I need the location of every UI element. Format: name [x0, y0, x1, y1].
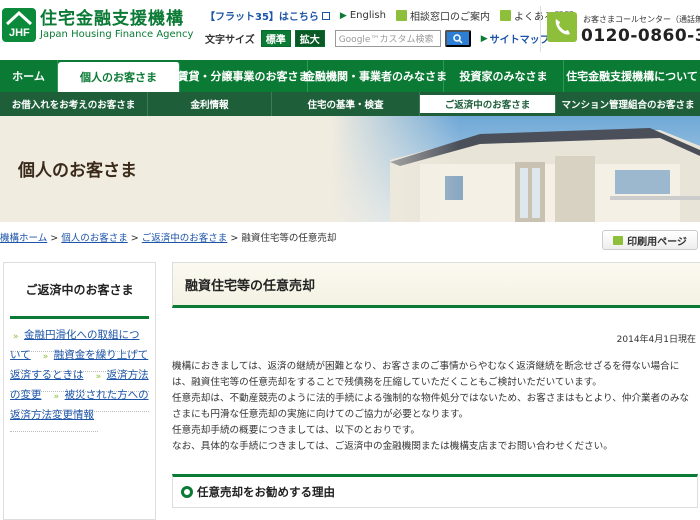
nav-investors[interactable]: 投資家のみなさま	[444, 60, 564, 92]
search-icon	[452, 33, 463, 44]
section-heading: 任意売却をお勧めする理由	[172, 474, 698, 508]
paragraph: 任意売却は、不動産競売のように法的手続による強制的な物件処分ではないため、お客さ…	[172, 393, 690, 420]
paragraph: 任意売却手続の概要につきましては、以下のとおりです。	[172, 425, 420, 436]
logo-mark-icon: JHF	[2, 8, 36, 42]
arrow-right-icon: ▶	[339, 10, 347, 21]
font-size-large-button[interactable]: 拡大	[294, 30, 325, 47]
nav-financial-institutions[interactable]: 金融機関・事業者のみなさま	[304, 60, 447, 92]
callcenter-number: 0120-0860-35	[581, 26, 700, 46]
site-logo[interactable]: JHF 住宅金融支援機構 Japan Housing Finance Agenc…	[2, 8, 193, 42]
faq-icon	[499, 10, 511, 21]
page-title: 融資住宅等の任意売却	[172, 262, 700, 308]
subnav-borrowing[interactable]: お借入れをお考えのお客さま	[0, 92, 148, 116]
site-header: JHF 住宅金融支援機構 Japan Housing Finance Agenc…	[0, 0, 700, 58]
sidebar: ご返済中のお客さま 金融円滑化への取組について 融資金を繰り上げて返済するときは…	[3, 262, 156, 520]
consultation-icon	[395, 10, 407, 21]
logo-text-jp: 住宅金融支援機構	[40, 9, 184, 29]
english-link[interactable]: ▶ English	[340, 10, 386, 21]
breadcrumb-separator: >	[230, 233, 239, 244]
breadcrumb-individual[interactable]: 個人のお客さま	[61, 233, 128, 244]
phone-icon	[547, 12, 577, 42]
sidebar-list: 金融円滑化への取組について 融資金を繰り上げて返済するときは 返済方法の変更 被…	[10, 319, 149, 432]
logo-text-en: Japan Housing Finance Agency	[40, 29, 194, 40]
search-input[interactable]: Google™カスタム検索	[334, 30, 441, 47]
intro-text: 機構におきましては、返済の継続が困難となり、お客さまのご事情からやむなく返済継続…	[172, 359, 696, 455]
callcenter-label: お客さまコールセンター（通話無料）	[583, 15, 700, 24]
print-page-button[interactable]: 印刷用ページ	[602, 230, 698, 250]
nav-rental-sales[interactable]: 賃貸・分譲事業のお客さま	[178, 60, 310, 92]
font-size-label: 文字サイズ	[205, 35, 255, 46]
arrow-right-icon: ▶	[480, 33, 488, 44]
subnav-interest-rates[interactable]: 金利情報	[148, 92, 272, 116]
nav-home[interactable]: ホーム	[0, 60, 58, 92]
nav-individual[interactable]: 個人のお客さま	[58, 62, 180, 92]
breadcrumb-home[interactable]: 機構ホーム	[0, 233, 47, 244]
breadcrumb-separator: >	[130, 233, 139, 244]
paragraph: 機構におきましては、返済の継続が困難となり、お客さまのご事情からやむなく返済継続…	[172, 361, 680, 388]
as-of-date: 2014年4月1日現在	[616, 335, 696, 345]
subnav-repaying[interactable]: ご返済中のお客さま	[420, 95, 556, 113]
sub-nav: お借入れをお考えのお客さま 金利情報 住宅の基準・検査 ご返済中のお客さま マン…	[0, 92, 700, 116]
header-utility-links: 【フラット35】はこちら ▶ English 相談窓口のご案内 よくある質問	[205, 8, 574, 23]
callcenter-box: お客さまコールセンター（通話無料） 0120-0860-35	[540, 6, 700, 52]
flat35-link[interactable]: 【フラット35】はこちら	[205, 8, 330, 23]
subnav-housing-standards[interactable]: 住宅の基準・検査	[272, 92, 420, 116]
main-content: 融資住宅等の任意売却 2014年4月1日現在 機構におきましては、返済の継続が困…	[172, 262, 700, 508]
breadcrumb-current: 融資住宅等の任意売却	[241, 233, 337, 244]
consultation-link[interactable]: 相談窓口のご案内	[395, 8, 490, 23]
page-banner: 個人のお客さま	[0, 116, 700, 222]
print-icon	[613, 235, 624, 245]
main-nav: ホーム 個人のお客さま 賃貸・分譲事業のお客さま 金融機関・事業者のみなさま 投…	[0, 60, 700, 92]
subnav-condo-associations[interactable]: マンション管理組合のお客さま	[556, 92, 700, 116]
banner-title: 個人のお客さま	[18, 161, 137, 181]
breadcrumb: 機構ホーム > 個人のお客さま > ご返済中のお客さま > 融資住宅等の任意売却	[0, 230, 336, 244]
svg-text:JHF: JHF	[9, 27, 30, 39]
nav-about[interactable]: 住宅金融支援機構について	[564, 60, 700, 92]
house-photo	[330, 116, 700, 222]
breadcrumb-repaying[interactable]: ご返済中のお客さま	[142, 233, 228, 244]
paragraph: なお、具体的な手続につきましては、ご返済中の金融機関または機構支店までお問い合わ…	[172, 441, 613, 452]
breadcrumb-separator: >	[50, 233, 59, 244]
search-button[interactable]	[444, 30, 471, 47]
sidebar-title: ご返済中のお客さま	[10, 263, 149, 319]
font-size-standard-button[interactable]: 標準	[260, 30, 291, 47]
circle-bullet-icon	[181, 486, 193, 498]
header-tools: 文字サイズ 標準 拡大 Google™カスタム検索 ▶ サイトマップ	[205, 30, 550, 47]
external-link-icon	[321, 11, 330, 20]
